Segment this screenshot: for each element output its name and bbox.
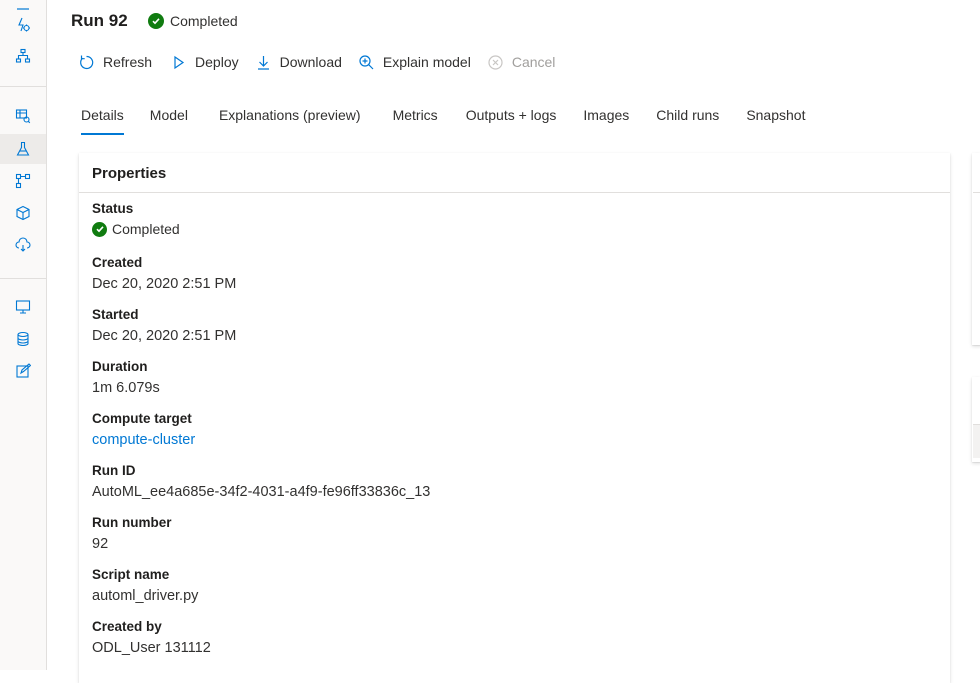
tab-explanations[interactable]: Explanations (preview) xyxy=(219,106,361,136)
prop-run-number: Run number 92 xyxy=(92,515,172,553)
run-tabs: Details Model Explanations (preview) Met… xyxy=(81,106,805,136)
compute-target-link[interactable]: compute-cluster xyxy=(92,431,195,449)
prop-value: Dec 20, 2020 2:51 PM xyxy=(92,328,237,344)
prop-label: Run number xyxy=(92,515,172,530)
endpoints-icon xyxy=(15,237,31,252)
rail-divider xyxy=(0,278,46,279)
prop-label: Status xyxy=(92,201,134,216)
cancel-label: Cancel xyxy=(511,54,556,70)
download-button[interactable]: Download xyxy=(255,54,342,71)
prop-script-name: Script name automl_driver.py xyxy=(92,567,198,605)
prop-duration: Duration 1m 6.079s xyxy=(92,359,160,397)
tab-model[interactable]: Model xyxy=(150,106,188,136)
prop-value: Dec 20, 2020 2:51 PM xyxy=(92,276,237,292)
datastores-icon xyxy=(17,331,29,347)
cancel-button[interactable]: Cancel xyxy=(487,54,556,71)
tab-snapshot[interactable]: Snapshot xyxy=(746,106,805,136)
rail-divider xyxy=(0,86,46,87)
run-status-label: Completed xyxy=(170,13,238,29)
tab-outputs-logs[interactable]: Outputs + logs xyxy=(466,106,557,136)
rail-item-designer[interactable] xyxy=(0,41,46,71)
right-panel-partial xyxy=(972,153,980,345)
explain-model-button[interactable]: Explain model xyxy=(358,54,471,71)
rail-item-automl[interactable] xyxy=(0,10,46,40)
rail-item-compute[interactable] xyxy=(0,292,46,322)
prop-label: Started xyxy=(92,307,139,322)
compute-icon xyxy=(15,300,31,314)
rail-item-models[interactable] xyxy=(0,198,46,228)
command-toolbar: Refresh Deploy Download Explain model Ca… xyxy=(78,52,571,72)
prop-status: Status Completed xyxy=(92,201,180,237)
prop-compute-target: Compute target compute-cluster xyxy=(92,411,195,449)
deploy-label: Deploy xyxy=(195,54,239,70)
prop-label: Created by xyxy=(92,619,162,634)
download-icon xyxy=(257,55,269,70)
prop-value: 92 xyxy=(92,536,109,552)
prop-label: Run ID xyxy=(92,463,136,478)
datasets-icon xyxy=(15,109,31,124)
designer-icon xyxy=(15,48,31,63)
tab-details[interactable]: Details xyxy=(81,106,124,136)
card-divider xyxy=(79,192,950,193)
properties-title: Properties xyxy=(92,165,167,182)
prop-label: Script name xyxy=(92,567,170,582)
prop-value: ODL_User 131112 xyxy=(92,640,211,656)
pipelines-icon xyxy=(15,173,31,189)
models-icon xyxy=(16,205,30,221)
success-check-icon xyxy=(92,221,107,237)
rail-item-experiments[interactable] xyxy=(0,134,46,164)
prop-created-by: Created by ODL_User 131112 xyxy=(92,619,211,657)
prop-label: Duration xyxy=(92,359,148,374)
prop-status-value: Completed xyxy=(92,221,180,237)
success-check-icon xyxy=(148,13,164,29)
refresh-label: Refresh xyxy=(103,54,153,70)
tab-metrics[interactable]: Metrics xyxy=(393,106,438,136)
download-label: Download xyxy=(279,54,342,70)
panel-row-highlight xyxy=(973,425,980,458)
panel-divider xyxy=(973,192,980,193)
prop-created: Created Dec 20, 2020 2:51 PM xyxy=(92,255,236,293)
rail-item-datasets[interactable] xyxy=(0,101,46,131)
refresh-button[interactable]: Refresh xyxy=(78,54,152,71)
refresh-icon xyxy=(80,55,94,69)
run-status-badge: Completed xyxy=(148,12,238,30)
prop-value: AutoML_ee4a685e-34f2-4031-a4f9-fe96ff338… xyxy=(92,484,431,500)
status-text: Completed xyxy=(112,221,180,237)
rail-item-datastores[interactable] xyxy=(0,324,46,354)
left-nav-rail xyxy=(0,0,47,670)
experiments-icon xyxy=(16,141,30,156)
data-labeling-icon xyxy=(16,363,31,378)
cancel-icon xyxy=(488,54,503,70)
prop-started: Started Dec 20, 2020 2:51 PM xyxy=(92,307,236,345)
rail-item-data-labeling[interactable] xyxy=(0,356,46,386)
prop-run-id: Run ID AutoML_ee4a685e-34f2-4031-a4f9-fe… xyxy=(92,463,430,501)
deploy-button[interactable]: Deploy xyxy=(170,54,239,71)
prop-label: Created xyxy=(92,255,143,270)
page-title: Run 92 xyxy=(71,11,128,30)
prop-label: Compute target xyxy=(92,411,192,426)
rail-item-pipelines[interactable] xyxy=(0,166,46,196)
rail-item-endpoints[interactable] xyxy=(0,230,46,260)
explain-model-label: Explain model xyxy=(382,54,471,70)
tab-child-runs[interactable]: Child runs xyxy=(656,106,719,136)
zoom-in-icon xyxy=(359,54,374,69)
tab-images[interactable]: Images xyxy=(583,106,629,136)
prop-value: automl_driver.py xyxy=(92,588,199,604)
prop-value: 1m 6.079s xyxy=(92,380,160,396)
properties-card: Properties Status Completed Created Dec … xyxy=(79,153,950,683)
automl-icon xyxy=(18,17,30,32)
play-icon xyxy=(174,55,185,69)
